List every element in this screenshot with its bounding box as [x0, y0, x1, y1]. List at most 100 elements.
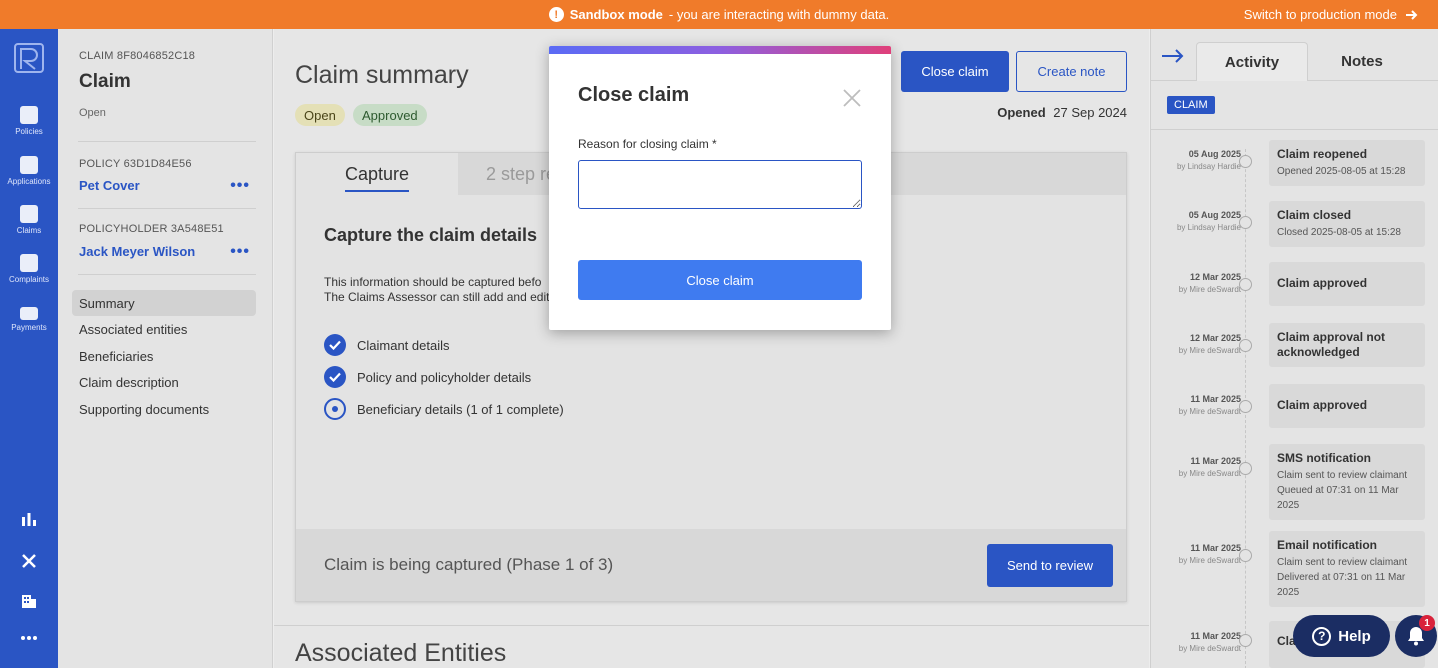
nav-more[interactable]	[0, 635, 58, 641]
nav-label-policies: Policies	[15, 127, 43, 136]
menu-beneficiaries[interactable]: Beneficiaries	[72, 343, 256, 369]
activity-date: 05 Aug 2025	[1188, 149, 1241, 159]
activity-card[interactable]: Claim approved	[1269, 262, 1425, 306]
create-note-button[interactable]: Create note	[1016, 51, 1127, 92]
timeline-node	[1239, 155, 1252, 168]
activity-date: 12 Mar 2025	[1189, 272, 1241, 282]
modal-close-claim-button[interactable]: Close claim	[578, 260, 862, 300]
activity-detail: Claim sent to review claimant	[1277, 557, 1408, 568]
nav-item-complaints[interactable]: Complaints	[0, 254, 58, 284]
sandbox-mode-label: Sandbox mode	[569, 7, 663, 22]
activity-item: 11 Mar 2025 by Mire deSwardt SMS notific…	[1151, 444, 1438, 520]
switch-production-link[interactable]: Switch to production mode	[1244, 0, 1418, 29]
claim-id: CLAIM 8F8046852C18	[79, 50, 196, 62]
help-label: Help	[1338, 627, 1371, 645]
divider	[78, 274, 256, 275]
menu-summary[interactable]: Summary	[72, 290, 256, 316]
help-button[interactable]: ? Help	[1293, 615, 1390, 657]
nav-organisation[interactable]	[0, 593, 58, 609]
nav-item-claims[interactable]: Claims	[0, 205, 58, 235]
check-complete-icon	[324, 366, 346, 388]
opened-value: 27 Sep 2024	[1053, 105, 1127, 120]
activity-date: 11 Mar 2025	[1190, 394, 1241, 404]
activity-card[interactable]: SMS notification Claim sent to review cl…	[1269, 444, 1425, 520]
close-claim-modal: Close claim Reason for closing claim * C…	[549, 46, 891, 330]
warning-icon: !	[548, 7, 564, 22]
nav-item-applications[interactable]: Applications	[0, 156, 58, 186]
activity-date: 12 Mar 2025	[1189, 333, 1241, 343]
policy-more-icon[interactable]: •••	[230, 177, 250, 195]
reason-textarea[interactable]	[578, 160, 862, 209]
activity-detail: Closed 2025-08-05 at 15:28	[1277, 227, 1401, 238]
activity-author: by Mire deSwardt	[1178, 644, 1241, 653]
menu-claim-description[interactable]: Claim description	[72, 369, 256, 395]
nav-label-payments: Payments	[11, 323, 47, 332]
activity-item: 05 Aug 2025 by Lindsay Hardie Claim reop…	[1151, 140, 1438, 190]
checklist-item: Claimant details	[324, 334, 450, 356]
capture-description-line-2: The Claims Assessor can still add and ed…	[324, 290, 550, 304]
tab-notes[interactable]: Notes	[1306, 42, 1418, 81]
timeline-node	[1239, 278, 1252, 291]
activity-detail: Opened 2025-08-05 at 15:28	[1277, 166, 1406, 177]
policy-link[interactable]: Pet Cover	[79, 178, 140, 193]
activity-title: Claim approved	[1277, 276, 1368, 290]
question-icon: ?	[1312, 626, 1332, 646]
activity-item: 05 Aug 2025 by Lindsay Hardie Claim clos…	[1151, 201, 1438, 251]
tab-capture-label: Capture	[344, 164, 410, 192]
activity-item: 12 Mar 2025 by Mire deSwardt Claim appro…	[1151, 262, 1438, 308]
activity-card[interactable]: Claim closed Closed 2025-08-05 at 15:28	[1269, 201, 1425, 247]
activity-card[interactable]: Email notification Claim sent to review …	[1269, 531, 1425, 607]
claim-title: Claim	[79, 71, 131, 92]
send-to-review-button[interactable]: Send to review	[987, 544, 1113, 587]
timeline-node	[1239, 400, 1252, 413]
tab-activity[interactable]: Activity	[1196, 42, 1308, 81]
more-icon	[21, 636, 37, 640]
activity-card[interactable]: Claim approved	[1269, 384, 1425, 428]
activity-filter-chip[interactable]: CLAIM	[1167, 96, 1215, 114]
menu-associated-entities[interactable]: Associated entities	[72, 316, 256, 342]
timeline-node	[1239, 339, 1252, 352]
building-icon	[22, 595, 36, 608]
nav-reports[interactable]	[0, 511, 58, 527]
divider	[78, 208, 256, 209]
capture-heading: Capture the claim details	[324, 225, 538, 245]
status-badge-open: Open	[295, 104, 345, 126]
nav-tools[interactable]	[0, 553, 58, 569]
policy-id: POLICY 63D1D84E56	[79, 158, 192, 170]
check-complete-icon	[324, 334, 346, 356]
tab-capture[interactable]: Capture	[296, 153, 458, 195]
nav-item-policies[interactable]: Policies	[0, 106, 58, 136]
capture-phase-status: Claim is being captured (Phase 1 of 3)	[324, 555, 614, 574]
nav-item-payments[interactable]: Payments	[0, 304, 58, 332]
nav-label-applications: Applications	[7, 177, 51, 186]
activity-title: Claim closed	[1277, 208, 1352, 222]
divider	[78, 141, 256, 142]
policyholder-id: POLICYHOLDER 3A548E51	[79, 223, 224, 235]
associated-entities-title: Associated Entities	[295, 639, 507, 667]
collapse-arrow-icon[interactable]	[1161, 49, 1185, 63]
app-logo-icon[interactable]	[14, 43, 44, 73]
notification-count-badge: 1	[1419, 615, 1435, 631]
close-claim-button[interactable]: Close claim	[901, 51, 1009, 92]
activity-tabs: Activity Notes	[1151, 29, 1438, 81]
activity-card[interactable]: Claim reopened Opened 2025-08-05 at 15:2…	[1269, 140, 1425, 186]
modal-title: Close claim	[578, 84, 690, 106]
status-badge-approved: Approved	[353, 104, 427, 126]
activity-card[interactable]: Claim approval not acknowledged	[1269, 323, 1425, 367]
tab-step-2[interactable]: 2 step re	[486, 153, 556, 195]
activity-date: 11 Mar 2025	[1190, 631, 1241, 641]
modal-accent-bar	[549, 46, 891, 54]
activity-item: 11 Mar 2025 by Mire deSwardt Email notif…	[1151, 531, 1438, 607]
close-icon[interactable]	[840, 86, 864, 110]
policyholder-link[interactable]: Jack Meyer Wilson	[79, 244, 195, 259]
activity-detail: Queued at 07:31 on 11 Mar 2025	[1277, 485, 1399, 511]
nav-label-complaints: Complaints	[8, 275, 49, 284]
primary-nav: Policies Applications Claims Complaints …	[0, 29, 58, 668]
checklist-item: Beneficiary details (1 of 1 complete)	[324, 398, 564, 420]
policyholder-more-icon[interactable]: •••	[230, 243, 250, 261]
activity-item: 12 Mar 2025 by Mire deSwardt Claim appro…	[1151, 323, 1438, 369]
check-in-progress-icon	[324, 398, 346, 420]
nav-label-claims: Claims	[16, 226, 42, 235]
menu-supporting-documents[interactable]: Supporting documents	[72, 396, 256, 422]
card-footer: Claim is being captured (Phase 1 of 3) S…	[296, 529, 1126, 601]
